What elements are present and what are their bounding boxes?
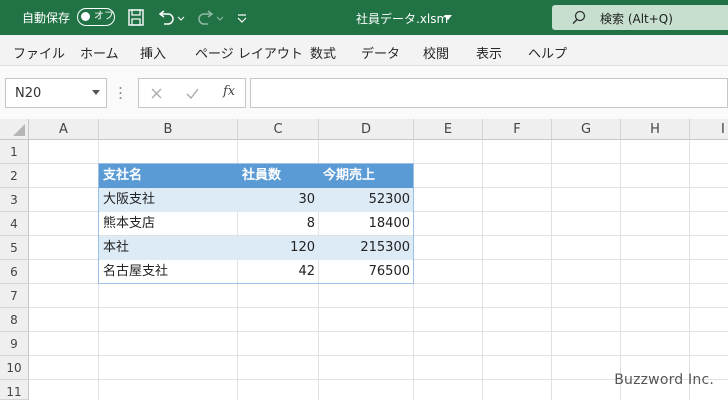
redo-icon[interactable] — [195, 8, 225, 28]
row-header-3[interactable]: 3 — [0, 188, 29, 212]
gridline — [551, 140, 552, 400]
tab-view[interactable]: 表示 — [476, 43, 502, 62]
tab-review[interactable]: 校閲 — [423, 43, 449, 62]
enter-check-icon[interactable] — [186, 88, 199, 99]
tab-insert[interactable]: 挿入 — [140, 43, 166, 62]
name-box-value: N20 — [15, 86, 42, 101]
formula-tools: fx — [138, 78, 246, 108]
tab-help[interactable]: ヘルプ — [528, 43, 567, 62]
drag-handle-icon[interactable] — [119, 86, 122, 100]
row-header-9[interactable]: 9 — [0, 332, 29, 356]
title-bar: 自動保存 オフ 社員データ.xlsm 検索 (Alt+Q) — [0, 0, 728, 35]
tab-data[interactable]: データ — [361, 43, 400, 62]
toggle-knob — [81, 12, 90, 21]
row-header-10[interactable]: 10 — [0, 356, 29, 380]
table-cell[interactable]: 18400 — [319, 212, 414, 236]
tab-formulas[interactable]: 数式 — [310, 43, 336, 62]
insert-function-icon[interactable]: fx — [223, 84, 235, 99]
table-header-cell[interactable]: 社員数 — [238, 164, 319, 188]
table-cell[interactable]: 52300 — [319, 188, 414, 212]
column-header-e[interactable]: E — [414, 119, 483, 140]
autosave-toggle[interactable]: オフ — [77, 8, 115, 26]
watermark: Buzzword Inc. — [614, 372, 714, 388]
row-header-1[interactable]: 1 — [0, 140, 29, 164]
table-cell[interactable]: 8 — [238, 212, 319, 236]
toggle-label: オフ — [94, 11, 114, 22]
gridline — [620, 140, 621, 400]
table-cell[interactable]: 42 — [238, 260, 319, 284]
gridline — [482, 140, 483, 400]
search-box[interactable]: 検索 (Alt+Q) — [552, 5, 728, 30]
formula-bar: N20 fx — [0, 66, 728, 119]
undo-icon[interactable] — [156, 8, 186, 28]
save-icon[interactable] — [127, 8, 145, 28]
row-header-7[interactable]: 7 — [0, 284, 29, 308]
column-header-b[interactable]: B — [99, 119, 238, 140]
tab-file[interactable]: ファイル — [13, 43, 65, 62]
column-header-f[interactable]: F — [483, 119, 552, 140]
table-header-cell[interactable]: 今期売上 — [319, 164, 414, 188]
row-header-5[interactable]: 5 — [0, 236, 29, 260]
table-cell[interactable]: 76500 — [319, 260, 414, 284]
table-cell[interactable]: 30 — [238, 188, 319, 212]
customize-toolbar-icon[interactable] — [236, 8, 248, 28]
spreadsheet-grid: A B C D E F G H I 1 2 3 4 5 6 7 8 9 10 1… — [0, 119, 728, 400]
gridline — [29, 355, 728, 356]
autosave-label: 自動保存 — [22, 11, 71, 25]
ribbon-tabs: ファイル ホーム 挿入 ページ レイアウト 数式 データ 校閲 表示 ヘルプ — [0, 35, 728, 66]
search-placeholder: 検索 (Alt+Q) — [600, 12, 673, 26]
table-cell[interactable]: 本社 — [99, 236, 238, 260]
tab-page-layout[interactable]: ページ レイアウト — [195, 43, 303, 62]
chevron-down-icon[interactable] — [444, 15, 452, 21]
tab-home[interactable]: ホーム — [80, 43, 119, 62]
row-header-11[interactable]: 11 — [0, 380, 29, 400]
column-header-i[interactable]: I — [690, 119, 728, 140]
search-icon — [572, 10, 586, 24]
column-header-h[interactable]: H — [621, 119, 690, 140]
gridline — [29, 307, 728, 308]
table-cell[interactable]: 熊本支店 — [99, 212, 238, 236]
gridline — [29, 331, 728, 332]
column-header-d[interactable]: D — [319, 119, 414, 140]
column-header-c[interactable]: C — [238, 119, 319, 140]
name-box-dropdown-icon[interactable] — [92, 90, 100, 95]
select-all-button[interactable] — [0, 119, 29, 140]
row-header-6[interactable]: 6 — [0, 260, 29, 284]
table-cell[interactable]: 名古屋支社 — [99, 260, 238, 284]
formula-input[interactable] — [250, 78, 728, 108]
row-header-4[interactable]: 4 — [0, 212, 29, 236]
table-cell[interactable]: 120 — [238, 236, 319, 260]
table-cell[interactable]: 215300 — [319, 236, 414, 260]
row-header-8[interactable]: 8 — [0, 308, 29, 332]
column-header-g[interactable]: G — [552, 119, 621, 140]
table-header-cell[interactable]: 支社名 — [99, 164, 238, 188]
row-header-2[interactable]: 2 — [0, 164, 29, 188]
name-box[interactable]: N20 — [5, 78, 107, 108]
table-cell[interactable]: 大阪支社 — [99, 188, 238, 212]
gridline — [689, 140, 690, 400]
column-header-a[interactable]: A — [29, 119, 99, 140]
file-name[interactable]: 社員データ.xlsm — [356, 10, 448, 27]
cancel-icon[interactable] — [151, 88, 162, 99]
